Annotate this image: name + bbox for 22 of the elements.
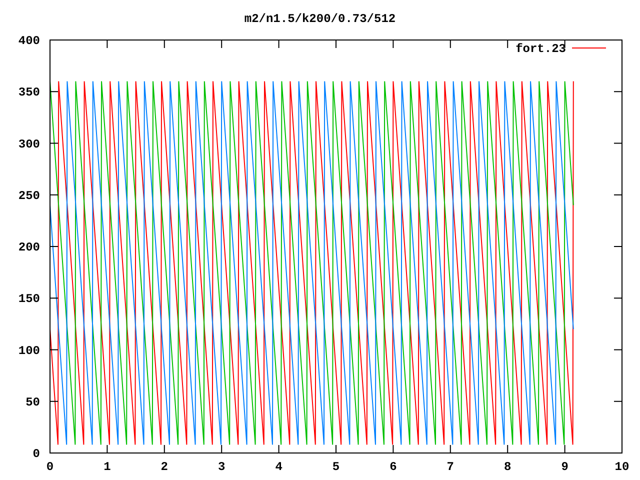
y-tick-label: 300 bbox=[18, 137, 40, 152]
x-tick-label: 6 bbox=[390, 460, 397, 474]
y-tick-label: 200 bbox=[18, 240, 40, 254]
x-tick-label: 5 bbox=[332, 460, 340, 474]
y-tick-label: 400 bbox=[18, 34, 40, 48]
y-tick-label: 250 bbox=[18, 188, 40, 203]
y-tick-label: 50 bbox=[26, 395, 40, 410]
x-tick-label: 9 bbox=[561, 460, 568, 474]
y-tick-label: 350 bbox=[18, 86, 40, 100]
x-tick-label: 3 bbox=[218, 460, 226, 474]
x-tick-label: 8 bbox=[504, 460, 512, 474]
x-tick-label: 1 bbox=[104, 460, 111, 474]
legend-label: fort.23 bbox=[516, 42, 566, 56]
x-tick-label: 2 bbox=[160, 460, 168, 474]
chart-title: m2/n1.5/k200/0.73/512 bbox=[244, 12, 396, 26]
y-tick-label: 150 bbox=[18, 292, 40, 306]
x-tick-label: 10 bbox=[614, 460, 630, 474]
y-tick-label: 0 bbox=[32, 447, 40, 461]
x-tick-label: 7 bbox=[446, 460, 454, 474]
y-tick-label: 100 bbox=[18, 344, 40, 358]
x-tick-label: 0 bbox=[46, 460, 54, 474]
x-tick-label: 4 bbox=[275, 460, 282, 474]
